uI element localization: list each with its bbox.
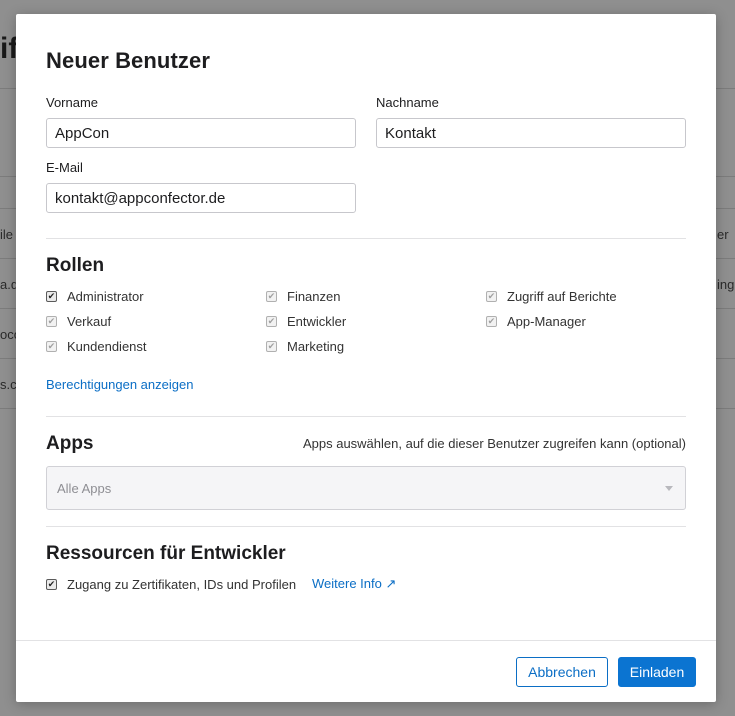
invite-button[interactable]: Einladen — [618, 657, 696, 687]
role-label: Kundendienst — [67, 338, 147, 354]
certificates-access-option[interactable]: ✔ Zugang zu Zertifikaten, IDs und Profil… — [46, 575, 296, 593]
email-label: E-Mail — [46, 160, 83, 175]
background-cell: oco — [0, 327, 16, 342]
role-finance: ✔ Finanzen — [266, 287, 340, 305]
last-name-input[interactable] — [376, 118, 686, 148]
dialog-title: Neuer Benutzer — [46, 48, 210, 73]
apps-section-title: Apps — [46, 433, 94, 454]
background-cell: ile — [0, 227, 14, 242]
checkbox-checked-icon: ✔ — [266, 315, 277, 327]
show-permissions-link[interactable]: Berechtigungen anzeigen — [46, 377, 193, 392]
apps-select-value: Alle Apps — [57, 480, 112, 496]
roles-section-title: Rollen — [46, 255, 105, 276]
last-name-label: Nachname — [376, 95, 439, 110]
apps-select[interactable]: Alle Apps — [46, 466, 686, 510]
footer-divider — [16, 640, 716, 641]
role-sales: ✔ Verkauf — [46, 312, 111, 330]
first-name-label: Vorname — [46, 95, 99, 110]
more-info-link[interactable]: Weitere Info ↗ — [312, 576, 396, 592]
developer-resources-title: Ressourcen für Entwickler — [46, 543, 286, 564]
chevron-down-icon — [665, 486, 673, 491]
checkbox-checked-icon[interactable]: ✔ — [46, 290, 57, 302]
section-divider — [46, 526, 686, 527]
role-label: Zugriff auf Berichte — [507, 288, 617, 304]
role-developer: ✔ Entwickler — [266, 312, 346, 330]
section-divider — [46, 238, 686, 239]
role-app-manager: ✔ App-Manager — [486, 312, 586, 330]
first-name-input[interactable] — [46, 118, 356, 148]
background-cell: ing — [717, 277, 735, 292]
role-administrator[interactable]: ✔ Administrator — [46, 287, 144, 305]
checkbox-checked-icon: ✔ — [486, 315, 497, 327]
role-report-access: ✔ Zugriff auf Berichte — [486, 287, 617, 305]
checkbox-checked-icon: ✔ — [46, 315, 57, 327]
role-label: Administrator — [67, 288, 144, 304]
certificates-access-label: Zugang zu Zertifikaten, IDs und Profilen — [67, 576, 297, 592]
checkbox-checked-icon: ✔ — [46, 340, 57, 352]
role-customer-service: ✔ Kundendienst — [46, 337, 147, 355]
checkbox-checked-icon[interactable]: ✔ — [46, 578, 57, 590]
role-label: Verkauf — [67, 313, 112, 329]
role-label: Finanzen — [287, 288, 341, 304]
apps-hint: Apps auswählen, auf die dieser Benutzer … — [302, 436, 686, 451]
background-cell: s.c — [0, 377, 16, 392]
background-page-title: if — [0, 32, 16, 65]
new-user-dialog: Neuer Benutzer Vorname Nachname E-Mail R… — [16, 14, 716, 702]
section-divider — [46, 416, 686, 417]
background-cell: er — [717, 227, 729, 242]
role-label: Entwickler — [287, 313, 347, 329]
role-marketing: ✔ Marketing — [266, 337, 344, 355]
checkbox-checked-icon: ✔ — [266, 290, 277, 302]
role-label: App-Manager — [507, 313, 586, 329]
checkbox-checked-icon: ✔ — [266, 340, 277, 352]
cancel-button[interactable]: Abbrechen — [516, 657, 608, 687]
checkbox-checked-icon: ✔ — [486, 290, 497, 302]
role-label: Marketing — [287, 338, 345, 354]
background-cell: a.d — [0, 277, 16, 292]
email-input[interactable] — [46, 183, 356, 213]
